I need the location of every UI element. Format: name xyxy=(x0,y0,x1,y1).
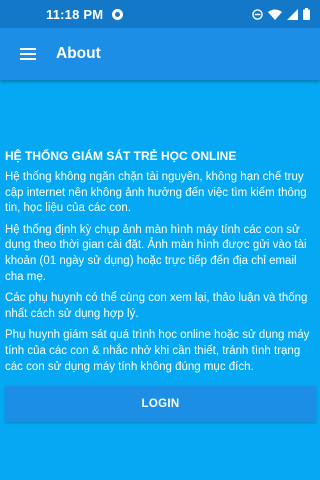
hamburger-menu-icon[interactable] xyxy=(0,28,56,80)
about-paragraph: Các phụ huynh có thể cùng con xem lại, t… xyxy=(5,292,308,320)
cellular-signal-icon xyxy=(287,8,298,20)
about-paragraph: Phụ huynh giám sát quá trình học online … xyxy=(5,329,310,373)
about-paragraph: Hệ thống định kỳ chụp ảnh màn hình máy t… xyxy=(5,223,307,283)
wifi-icon xyxy=(268,9,282,20)
status-bar: 11:18 PM xyxy=(0,0,320,28)
status-icons xyxy=(252,8,310,20)
battery-icon xyxy=(303,8,310,20)
status-time: 11:18 PM xyxy=(46,6,104,22)
login-button[interactable]: LOGIN xyxy=(5,386,316,422)
do-not-disturb-icon xyxy=(252,8,263,20)
app-bar: About xyxy=(0,28,320,80)
about-content: HỆ THỐNG GIÁM SÁT TRẺ HỌC ONLINE Hệ thốn… xyxy=(5,148,317,381)
page-title: About xyxy=(56,45,101,62)
about-paragraph: Hệ thống không ngăn chặn tài nguyên, khô… xyxy=(5,171,307,215)
about-heading: HỆ THỐNG GIÁM SÁT TRẺ HỌC ONLINE xyxy=(5,149,237,163)
notification-icon xyxy=(112,8,124,20)
